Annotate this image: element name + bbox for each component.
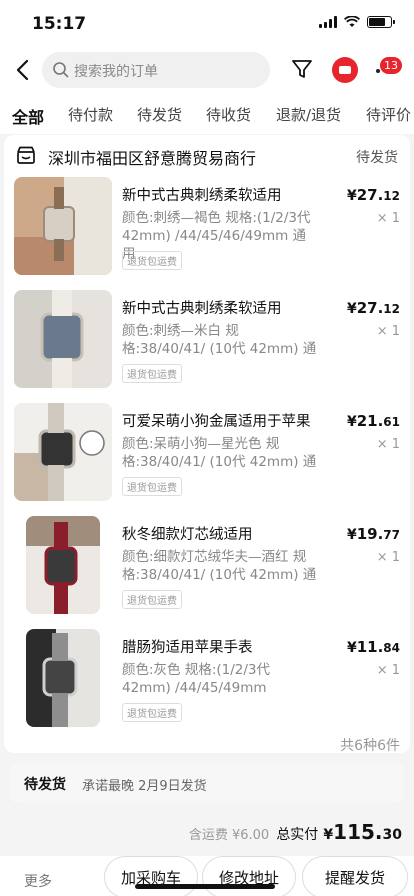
product-quantity: × 1 [376,437,400,452]
order-item[interactable]: 可爱呆萌小狗金属适用于苹果 颜色:呆萌小狗—星光色 规格:38/40/41/ (… [4,403,410,515]
status-time: 15:17 [32,14,87,34]
change-address-button[interactable]: 修改地址 [202,856,296,896]
tab-review[interactable]: 待评价 [366,104,411,125]
paid-amount-int: 115. [333,820,383,844]
paid-symbol: ¥ [323,827,334,843]
back-arrow-icon [16,59,29,81]
product-quantity: × 1 [376,663,400,678]
paid-amount-dec: 30 [382,827,402,843]
message-button[interactable] [332,57,358,83]
product-quantity: × 1 [376,550,400,565]
home-indicator [135,884,275,889]
tab-all[interactable]: 全部 [12,104,44,128]
order-item[interactable]: 新中式古典刺绣柔软适用 颜色:刺绣—褐色 规格:(1/2/3代 42mm) /4… [4,177,410,289]
order-item[interactable]: 秋冬细款灯芯绒适用 颜色:细款灯芯绒华夫—酒红 规格:38/40/41/ (10… [4,516,410,628]
status-icons [319,16,395,28]
shop-name[interactable]: 深圳市福田区舒意腾贸易商行 [48,145,256,169]
return-shipping-tag: 退货包运费 [122,703,182,722]
remind-ship-button[interactable]: 提醒发货 [302,856,408,896]
search-icon [53,62,69,78]
shop-icon [17,146,35,164]
return-shipping-tag: 退货包运费 [122,364,182,383]
product-title[interactable]: 新中式古典刺绣柔软适用 [122,297,282,318]
order-item[interactable]: 新中式古典刺绣柔软适用 颜色:刺绣—米白 规格:38/40/41/ (10代 4… [4,290,410,402]
more-menu-button[interactable]: 13 [368,57,408,83]
return-shipping-tag: 退货包运费 [122,590,182,609]
shipping-fee: 含运费 ¥6.00 [188,828,270,843]
product-title[interactable]: 秋冬细款灯芯绒适用 [122,523,253,544]
product-title[interactable]: 可爱呆萌小狗金属适用于苹果 [122,410,311,431]
shipping-promise[interactable]: 待发货 承诺最晚 2月9日发货 [10,763,404,803]
return-shipping-tag: 退货包运费 [122,251,182,270]
product-quantity: × 1 [376,211,400,226]
shipping-deadline: 承诺最晚 2月9日发货 [82,779,207,794]
order-card[interactable]: 深圳市福田区舒意腾贸易商行 待发货 新中式古典刺绣柔软适用 颜色:刺绣—褐色 规… [4,135,410,754]
order-tabs: 全部 待付款 待发货 待收货 退款/退货 待评价 [0,94,414,134]
filter-button[interactable] [290,57,314,85]
paid-label: 总实付 [276,827,319,843]
tab-pending-shipment[interactable]: 待发货 [137,104,182,125]
search-input[interactable]: 搜索我的订单 [42,52,270,88]
more-dot-icon [376,69,380,73]
status-bar: 15:17 [0,0,414,48]
nav-bar: 搜索我的订单 13 [0,48,414,94]
product-thumbnail[interactable] [26,516,100,614]
tab-pending-payment[interactable]: 待付款 [68,104,113,125]
order-item[interactable]: 腊肠狗适用苹果手表 颜色:灰色 规格:(1/2/3代 42mm) /44/45/… [4,629,410,741]
battery-icon [367,16,395,28]
more-actions-button[interactable]: 更多 [24,871,52,891]
product-price: ¥27.12 [346,299,400,317]
product-spec: 颜色:呆萌小狗—星光色 规格:38/40/41/ (10代 42mm) 通 [122,436,317,470]
product-spec: 颜色:细款灯芯绒华夫—酒红 规格:38/40/41/ (10代 42mm) 通 [122,549,317,583]
shipping-status-label: 待发货 [24,777,66,793]
order-status: 待发货 [356,150,398,166]
product-thumbnail[interactable] [14,177,112,275]
product-thumbnail[interactable] [14,403,112,501]
filter-icon [292,60,312,78]
product-price: ¥21.61 [346,412,400,430]
back-button[interactable] [12,58,34,84]
product-title[interactable]: 腊肠狗适用苹果手表 [122,636,253,657]
product-thumbnail[interactable] [26,629,100,727]
bottom-action-bar: 更多 加采购车 修改地址 提醒发货 [0,856,414,896]
search-placeholder: 搜索我的订单 [74,64,158,80]
product-spec: 颜色:刺绣—米白 规格:38/40/41/ (10代 42mm) 通 [122,323,317,357]
tab-pending-receipt[interactable]: 待收货 [206,104,251,125]
order-total: 含运费 ¥6.00 总实付 ¥115.30 [189,820,402,844]
product-title[interactable]: 新中式古典刺绣柔软适用 [122,184,282,205]
product-spec: 颜色:灰色 规格:(1/2/3代 42mm) /44/45/49mm [122,662,271,696]
product-price: ¥11.84 [346,638,400,656]
add-to-cart-button[interactable]: 加采购车 [104,856,198,896]
tab-refund[interactable]: 退款/退货 [276,104,341,125]
shop-header[interactable]: 深圳市福田区舒意腾贸易商行 待发货 [16,143,398,171]
product-price: ¥19.77 [346,525,400,543]
item-count-summary: 共6种6件 [340,738,400,754]
product-quantity: × 1 [376,324,400,339]
wifi-icon [344,16,360,27]
product-thumbnail[interactable] [14,290,112,388]
signal-icon [319,16,337,28]
return-shipping-tag: 退货包运费 [122,477,182,496]
notification-badge: 13 [380,57,402,74]
product-price: ¥27.12 [346,186,400,204]
